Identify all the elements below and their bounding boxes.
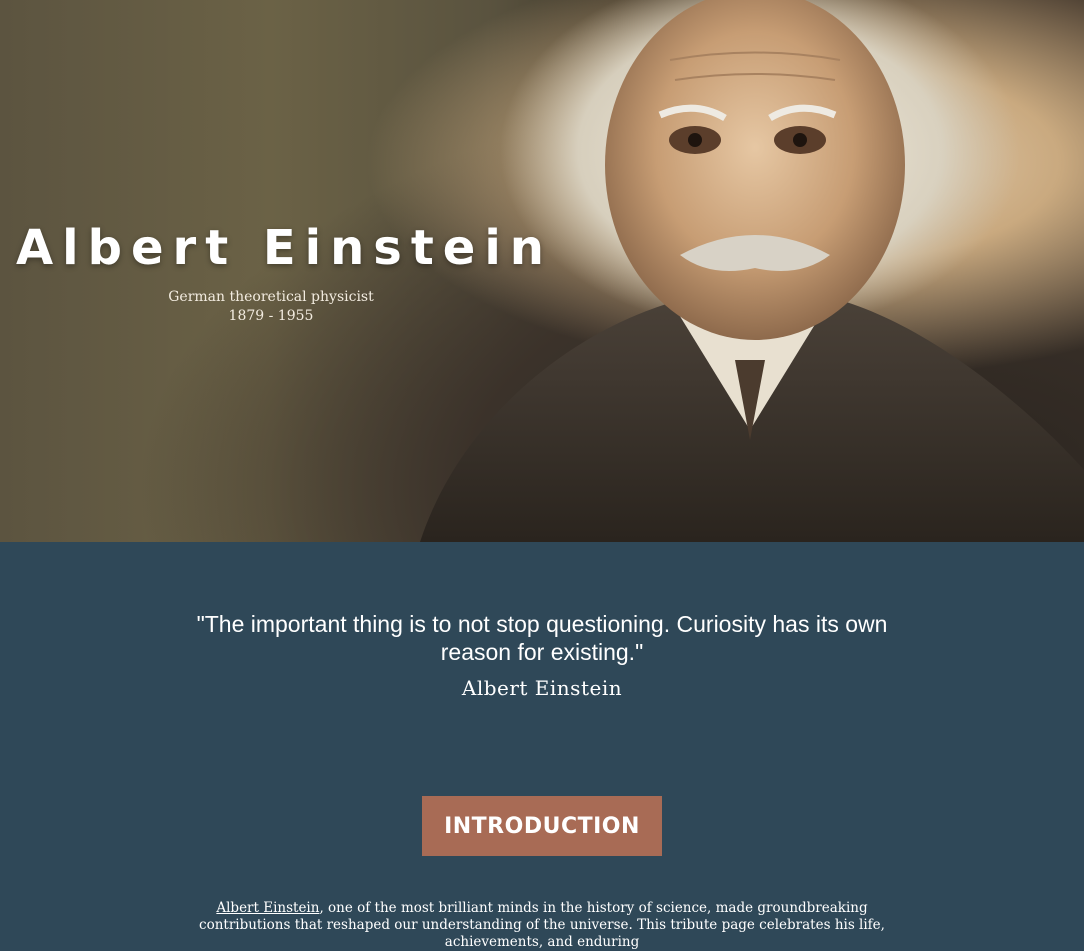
hero-banner: Albert Einstein German theoretical physi… (0, 0, 1084, 542)
einstein-link[interactable]: Albert Einstein (216, 900, 319, 916)
introduction-paragraph: Albert Einstein, one of the most brillia… (170, 900, 914, 951)
quote-section: "The important thing is to not stop ques… (0, 542, 1084, 950)
introduction-button[interactable]: INTRODUCTION (422, 796, 662, 856)
hero-years: 1879 - 1955 (228, 308, 314, 324)
quote-author: Albert Einstein (461, 676, 623, 700)
hero-title: Albert Einstein (16, 220, 553, 276)
hero-subtitle: German theoretical physicist (168, 289, 374, 305)
quote-text: "The important thing is to not stop ques… (196, 611, 888, 665)
